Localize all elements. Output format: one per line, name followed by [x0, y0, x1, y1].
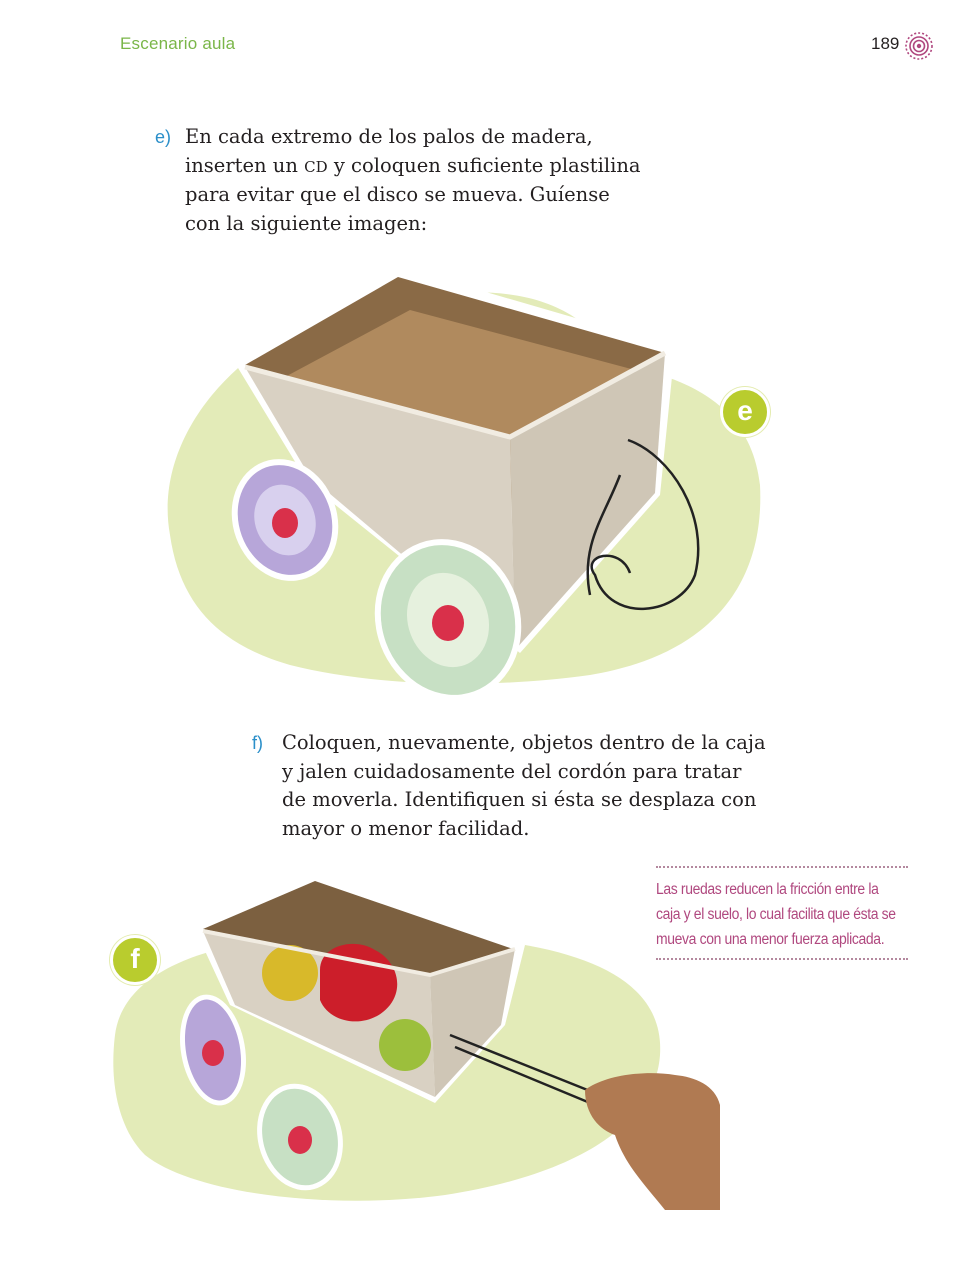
side-note: Las ruedas reducen la fricción entre la …	[656, 866, 908, 960]
pulling-hand	[585, 1073, 720, 1210]
step-marker: e)	[155, 127, 172, 147]
concentric-target-icon	[905, 32, 933, 60]
figure-badge-f: f	[110, 935, 160, 985]
instruction-step-e: e) En cada extremo de los palos de mader…	[155, 123, 675, 238]
cd-abbreviation: CD	[304, 157, 328, 176]
text-line: y jalen cuidadosamente del cordón para t…	[282, 759, 742, 783]
text-line: inserten un CD y coloquen suficiente pla…	[185, 153, 641, 177]
step-marker: f)	[252, 733, 263, 753]
note-line: Las ruedas reducen la fricción entre la	[656, 881, 879, 898]
text-line: con la siguiente imagen:	[185, 211, 428, 235]
page-number: 189	[871, 34, 900, 53]
text-line: En cada extremo de los palos de madera,	[185, 125, 593, 148]
green-ball	[379, 1019, 431, 1071]
instruction-step-f: f) Coloquen, nuevamente, objetos dentro …	[252, 729, 812, 843]
box-cart-illustration	[167, 267, 761, 701]
section-title: Escenario aula	[120, 34, 236, 53]
text-line: Coloquen, nuevamente, objetos dentro de …	[282, 731, 766, 754]
note-line: mueva con una menor fuerza aplicada.	[656, 931, 885, 948]
figure-badge-e: e	[720, 387, 770, 437]
text-line: para evitar que el disco se mueva. Guíen…	[185, 183, 610, 206]
text-line: mayor o menor facilidad.	[282, 816, 530, 840]
note-line: caja y el suelo, lo cual facilita que és…	[656, 906, 896, 923]
step-text: En cada extremo de los palos de madera, …	[185, 123, 675, 238]
step-text: Coloquen, nuevamente, objetos dentro de …	[282, 729, 812, 843]
loaded-cart-illustration	[113, 873, 720, 1210]
text-line: de moverla. Identifiquen si ésta se desp…	[282, 788, 757, 811]
